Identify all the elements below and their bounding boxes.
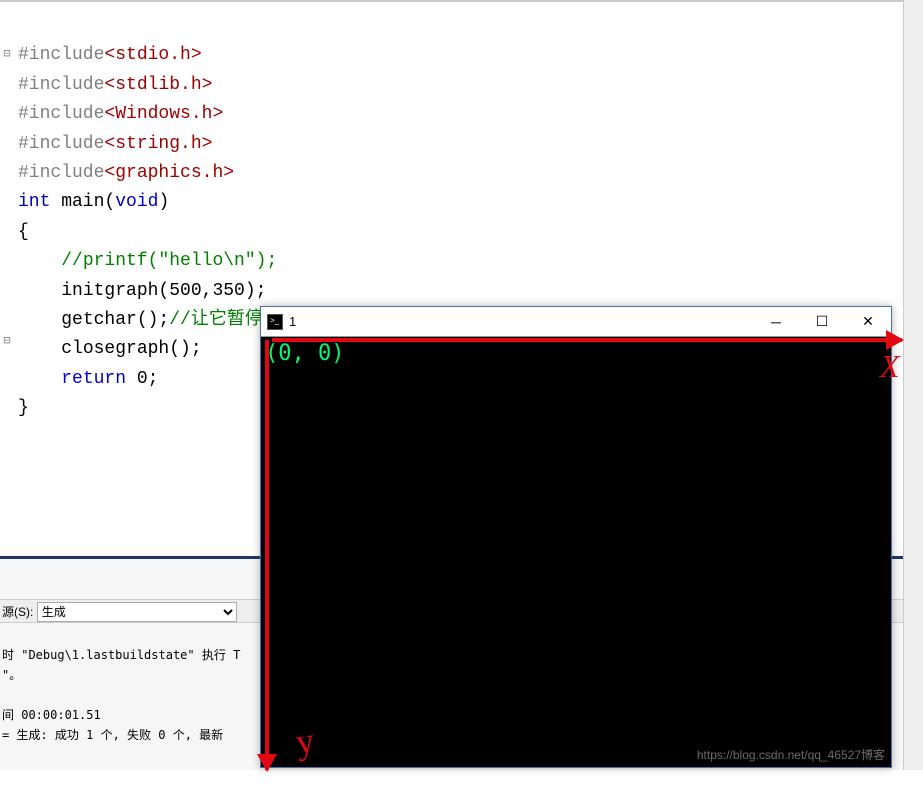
console-title: 1 [289, 314, 753, 329]
y-axis-arrow [265, 340, 269, 770]
console-titlebar[interactable]: 1 ─ ☐ ✕ [261, 307, 891, 337]
keyword-return: return [61, 369, 126, 389]
header: <graphics.h> [104, 163, 234, 183]
output-line: = 生成: 成功 1 个, 失败 0 个, 最新 [2, 728, 223, 742]
source-label: 源(S): [2, 605, 33, 619]
code-line: closegraph(); [61, 339, 201, 359]
header: <Windows.h> [104, 104, 223, 124]
output-line: "。 [2, 668, 21, 682]
x-axis-arrow [272, 338, 902, 342]
console-icon [267, 314, 283, 330]
close-button[interactable]: ✕ [845, 307, 891, 337]
fold-marker[interactable]: ⊟ [0, 327, 14, 356]
origin-label: (0, 0) [265, 341, 344, 366]
output-line: 间 00:00:01.51 [2, 708, 101, 722]
x-arrow-head [886, 330, 904, 350]
paren: ) [158, 192, 169, 212]
brace: } [18, 398, 29, 418]
x-axis-label: X [880, 348, 900, 385]
brace: { [18, 222, 29, 242]
preproc: #include [18, 163, 104, 183]
header: <stdio.h> [104, 45, 201, 65]
code-line: 0; [126, 369, 158, 389]
minimize-button[interactable]: ─ [753, 307, 799, 337]
code-line: getchar(); [61, 310, 169, 330]
output-line: 时 "Debug\1.lastbuildstate" 执行 T [2, 648, 240, 662]
scroll-bar[interactable] [903, 0, 923, 770]
keyword-void: void [115, 192, 158, 212]
source-select[interactable]: 生成 [37, 602, 237, 622]
fn-name: main( [50, 192, 115, 212]
preproc: #include [18, 75, 104, 95]
console-body[interactable]: (0, 0) https://blog.csdn.net/qq_46527博客 [261, 337, 891, 767]
preproc: #include [18, 45, 104, 65]
fold-marker[interactable]: ⊟ [0, 40, 14, 69]
comment: //printf("hello\n"); [61, 251, 277, 271]
preproc: #include [18, 134, 104, 154]
keyword-int: int [18, 192, 50, 212]
preproc: #include [18, 104, 104, 124]
header: <stdlib.h> [104, 75, 212, 95]
watermark: https://blog.csdn.net/qq_46527博客 [697, 746, 885, 763]
folding-gutter: ⊟ ⊟ [0, 12, 14, 384]
header: <string.h> [104, 134, 212, 154]
console-window: 1 ─ ☐ ✕ (0, 0) https://blog.csdn.net/qq_… [260, 306, 892, 768]
output-text[interactable]: 时 "Debug\1.lastbuildstate" 执行 T "。 间 00:… [2, 625, 240, 765]
y-arrow-head [257, 754, 277, 772]
maximize-button[interactable]: ☐ [799, 307, 845, 337]
code-line: initgraph(500,350); [61, 281, 266, 301]
